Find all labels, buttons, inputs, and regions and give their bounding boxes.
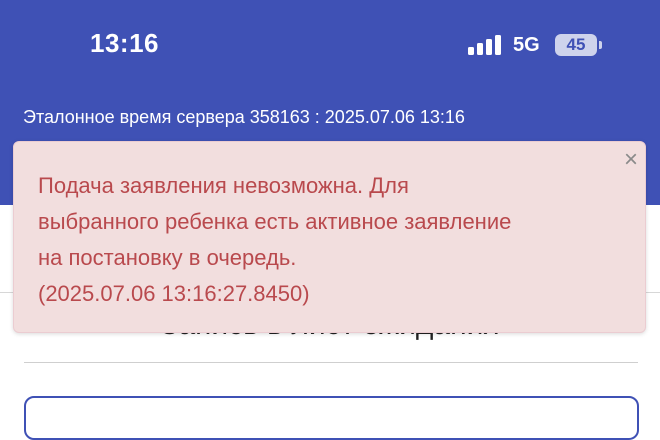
form-field[interactable]: [24, 396, 639, 440]
battery-tip: [599, 41, 602, 49]
alert-line: выбранного ребенка есть активное заявлен…: [38, 209, 512, 234]
title-underline: [24, 362, 638, 363]
server-time: Эталонное время сервера 358163 : 2025.07…: [23, 107, 465, 127]
close-icon[interactable]: ×: [621, 148, 641, 172]
status-time: 13:16: [90, 28, 159, 58]
alert-timestamp: (2025.07.06 13:16:27.8450): [38, 281, 310, 306]
signal-icon: [468, 33, 504, 55]
error-alert: Подача заявления невозможна. Для выбранн…: [13, 141, 646, 333]
status-bar: 13:16 5G 45: [0, 0, 660, 90]
alert-message: Подача заявления невозможна. Для выбранн…: [38, 168, 598, 312]
alert-line: Подача заявления невозможна. Для: [38, 173, 409, 198]
alert-line: на постановку в очередь.: [38, 245, 297, 270]
battery-level: 45: [566, 35, 586, 54]
network-type: 5G: [513, 34, 540, 56]
battery-icon: 45: [555, 34, 597, 56]
